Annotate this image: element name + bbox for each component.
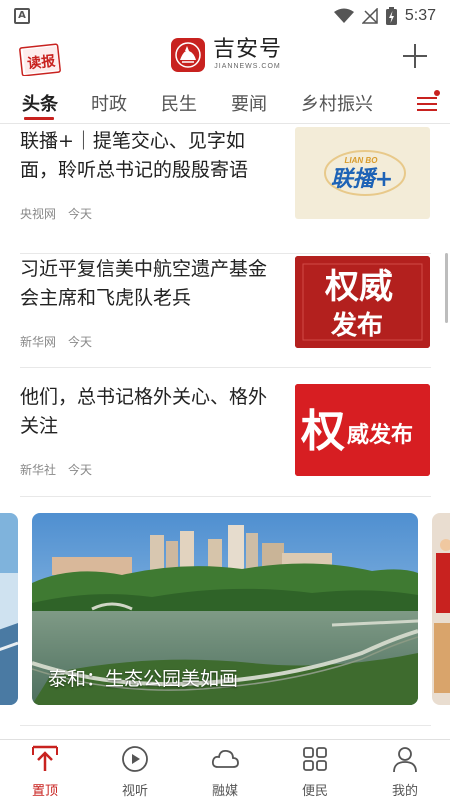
nav-services[interactable]: 便民 xyxy=(280,740,350,800)
news-source: 新华网 xyxy=(20,335,57,349)
carousel-main-slide[interactable]: 泰和：生态公园美如画 xyxy=(32,513,418,705)
tab-headline[interactable]: 头条 xyxy=(22,90,58,116)
news-title: 他们，总书记格外关心、格外关注 xyxy=(20,386,268,437)
notification-dot xyxy=(434,90,440,96)
news-item[interactable]: 联播+｜提笔交心、见字如面，聆听总书记的殷殷寄语 央视网 今天 LIAN BO 联… xyxy=(20,125,431,254)
tab-politics[interactable]: 时政 xyxy=(91,90,127,116)
app-header: 读报 吉安号 JIANNEWS.COM xyxy=(0,32,450,84)
newspaper-icon: 读报 xyxy=(19,43,61,77)
brand-badge-icon xyxy=(171,38,205,72)
nav-mine[interactable]: 我的 xyxy=(370,740,440,800)
app-notification-icon: A xyxy=(14,8,30,24)
thumb-label: 威发布 xyxy=(347,422,413,448)
thumb-label: 权威 xyxy=(324,267,393,307)
brand-domain: JIANNEWS.COM xyxy=(214,63,281,70)
news-thumbnail: LIAN BO 联播+ xyxy=(295,127,430,219)
news-thumbnail: 权 威发布 xyxy=(295,384,430,476)
nav-pin-top[interactable]: 置顶 xyxy=(10,740,80,800)
feed-scrollbar[interactable] xyxy=(445,253,448,323)
wifi-icon xyxy=(333,8,354,23)
nav-audio-video[interactable]: 视听 xyxy=(100,740,170,800)
tab-livelihood[interactable]: 民生 xyxy=(161,90,197,116)
status-icons: 5:37 xyxy=(333,0,436,32)
read-paper-button[interactable]: 读报 xyxy=(18,42,64,77)
cloud-icon xyxy=(211,749,239,768)
add-button[interactable] xyxy=(402,43,428,69)
read-paper-label: 读报 xyxy=(26,52,56,72)
carousel-next-slide[interactable] xyxy=(432,513,450,705)
tab-rural-revitalization[interactable]: 乡村振兴 xyxy=(301,90,373,116)
news-title: 习近平复信美中航空遗产基金会主席和飞虎队老兵 xyxy=(20,258,268,309)
news-time: 今天 xyxy=(68,335,93,349)
news-meta: 新华社 今天 xyxy=(20,461,92,478)
carousel-caption: 泰和：生态公园美如画 xyxy=(48,668,239,690)
tab-news[interactable]: 要闻 xyxy=(231,90,267,116)
nav-media[interactable]: 融媒 xyxy=(190,740,260,800)
news-thumbnail: 权威 发布 xyxy=(295,256,430,348)
thumb-label: 联播+ xyxy=(331,167,393,192)
news-source: 新华社 xyxy=(20,463,57,477)
news-item[interactable]: 他们，总书记格外关心、格外关注 新华社 今天 权 威发布 xyxy=(20,368,431,497)
thumb-sub-label: LIAN BO xyxy=(345,156,379,165)
brand-logo: 吉安号 JIANNEWS.COM xyxy=(171,38,282,72)
no-signal-icon xyxy=(361,8,378,24)
thumb-label: 发布 xyxy=(330,310,383,341)
news-meta: 新华网 今天 xyxy=(20,333,92,350)
pin-top-icon xyxy=(32,745,58,771)
status-bar: A 5:37 xyxy=(0,0,450,32)
channel-menu-button[interactable] xyxy=(417,90,440,115)
user-icon xyxy=(393,747,417,773)
brand-name: 吉安号 xyxy=(213,37,283,62)
news-time: 今天 xyxy=(68,207,93,221)
grid-icon xyxy=(303,747,327,771)
nav-label: 视听 xyxy=(121,784,148,799)
active-tab-indicator xyxy=(24,117,54,120)
news-title: 联播+｜提笔交心、见字如面，聆听总书记的殷殷寄语 xyxy=(20,130,249,181)
bottom-navigation: 置顶 视听 融媒 便民 我的 xyxy=(0,739,450,800)
news-time: 今天 xyxy=(68,463,93,477)
clock: 5:37 xyxy=(404,7,436,24)
nav-label: 融媒 xyxy=(211,784,238,799)
battery-charging-icon xyxy=(385,7,397,25)
nav-label: 便民 xyxy=(301,784,328,799)
photo-carousel[interactable]: 泰和：生态公园美如画 xyxy=(0,513,450,709)
play-icon xyxy=(122,746,148,772)
channel-tabs: 头条 时政 民生 要闻 乡村振兴 xyxy=(0,84,450,124)
news-item[interactable]: 习近平复信美中航空遗产基金会主席和飞虎队老兵 新华网 今天 权威 发布 xyxy=(20,239,431,368)
feed-divider xyxy=(20,725,431,726)
nav-label: 我的 xyxy=(391,784,418,799)
news-feed[interactable]: 联播+｜提笔交心、见字如面，聆听总书记的殷殷寄语 央视网 今天 LIAN BO 联… xyxy=(0,125,450,739)
thumb-label: 权 xyxy=(300,406,345,457)
news-source: 央视网 xyxy=(20,207,57,221)
news-meta: 央视网 今天 xyxy=(20,205,92,222)
carousel-prev-slide[interactable] xyxy=(0,513,18,705)
nav-label: 置顶 xyxy=(31,784,58,799)
